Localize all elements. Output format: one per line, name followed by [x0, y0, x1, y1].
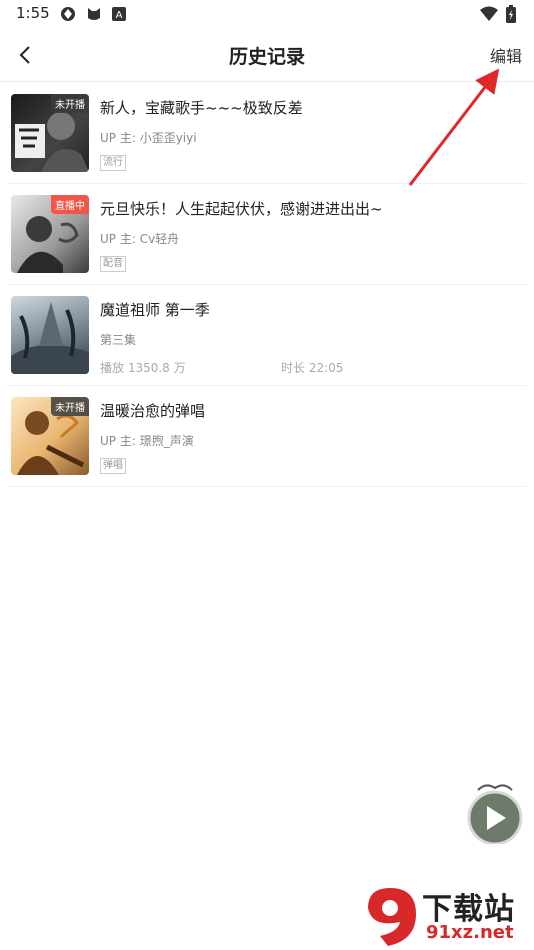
floating-player[interactable]: [466, 780, 524, 846]
annotation-arrow-icon: [408, 68, 500, 186]
play-count: 播放 1350.8 万: [100, 361, 186, 375]
history-item[interactable]: 未开播 温暖治愈的弹唱 UP 主: 璟煦_声演 弹唱: [8, 386, 526, 487]
battery-icon: [506, 5, 516, 23]
cover-image[interactable]: 未开播: [11, 94, 89, 172]
floating-player-icon: [467, 784, 523, 846]
watermark-9-icon: [368, 888, 416, 946]
item-title: 温暖治愈的弹唱: [100, 402, 206, 420]
cat-icon: [88, 8, 100, 20]
cover-image[interactable]: 直播中: [11, 195, 89, 273]
cover-image[interactable]: [11, 296, 89, 374]
cover-image[interactable]: 未开播: [11, 397, 89, 475]
history-item[interactable]: 魔道祖师 第一季 第三集 播放 1350.8 万 时长 22:05: [8, 285, 526, 386]
status-system-icons: [480, 5, 516, 23]
item-title: 元旦快乐！人生起起伏伏，感谢进进出出~: [100, 200, 383, 218]
item-episode: 第三集: [100, 333, 137, 347]
item-tag: 弹唱: [100, 458, 126, 474]
watermark-url: 91xz.net: [426, 922, 514, 943]
history-item[interactable]: 直播中 元旦快乐！人生起起伏伏，感谢进进出出~ UP 主: Cv轻舟 配音: [8, 184, 526, 285]
live-status-badge: 直播中: [51, 195, 89, 214]
item-uploader: UP 主: Cv轻舟: [100, 232, 180, 246]
status-notification-icons: A: [60, 6, 126, 22]
wifi-icon: [480, 6, 498, 21]
status-bar: 1:55 A: [0, 0, 534, 30]
item-title: 魔道祖师 第一季: [100, 301, 210, 319]
live-status-badge: 未开播: [51, 94, 89, 113]
svg-text:A: A: [116, 10, 123, 21]
a-icon: A: [112, 7, 126, 21]
watermark-logo: 下载站 91xz.net: [356, 882, 534, 950]
duration: 时长 22:05: [281, 361, 344, 375]
item-tag: 配音: [100, 256, 126, 272]
item-uploader: UP 主: 璟煦_声演: [100, 434, 194, 448]
item-uploader: UP 主: 小歪歪yiyi: [100, 131, 197, 145]
item-tag: 流行: [100, 155, 126, 171]
live-status-badge: 未开播: [51, 397, 89, 416]
app-icon: [61, 7, 75, 21]
status-time: 1:55: [16, 4, 50, 22]
item-title: 新人，宝藏歌手~~~极致反差: [100, 99, 303, 117]
